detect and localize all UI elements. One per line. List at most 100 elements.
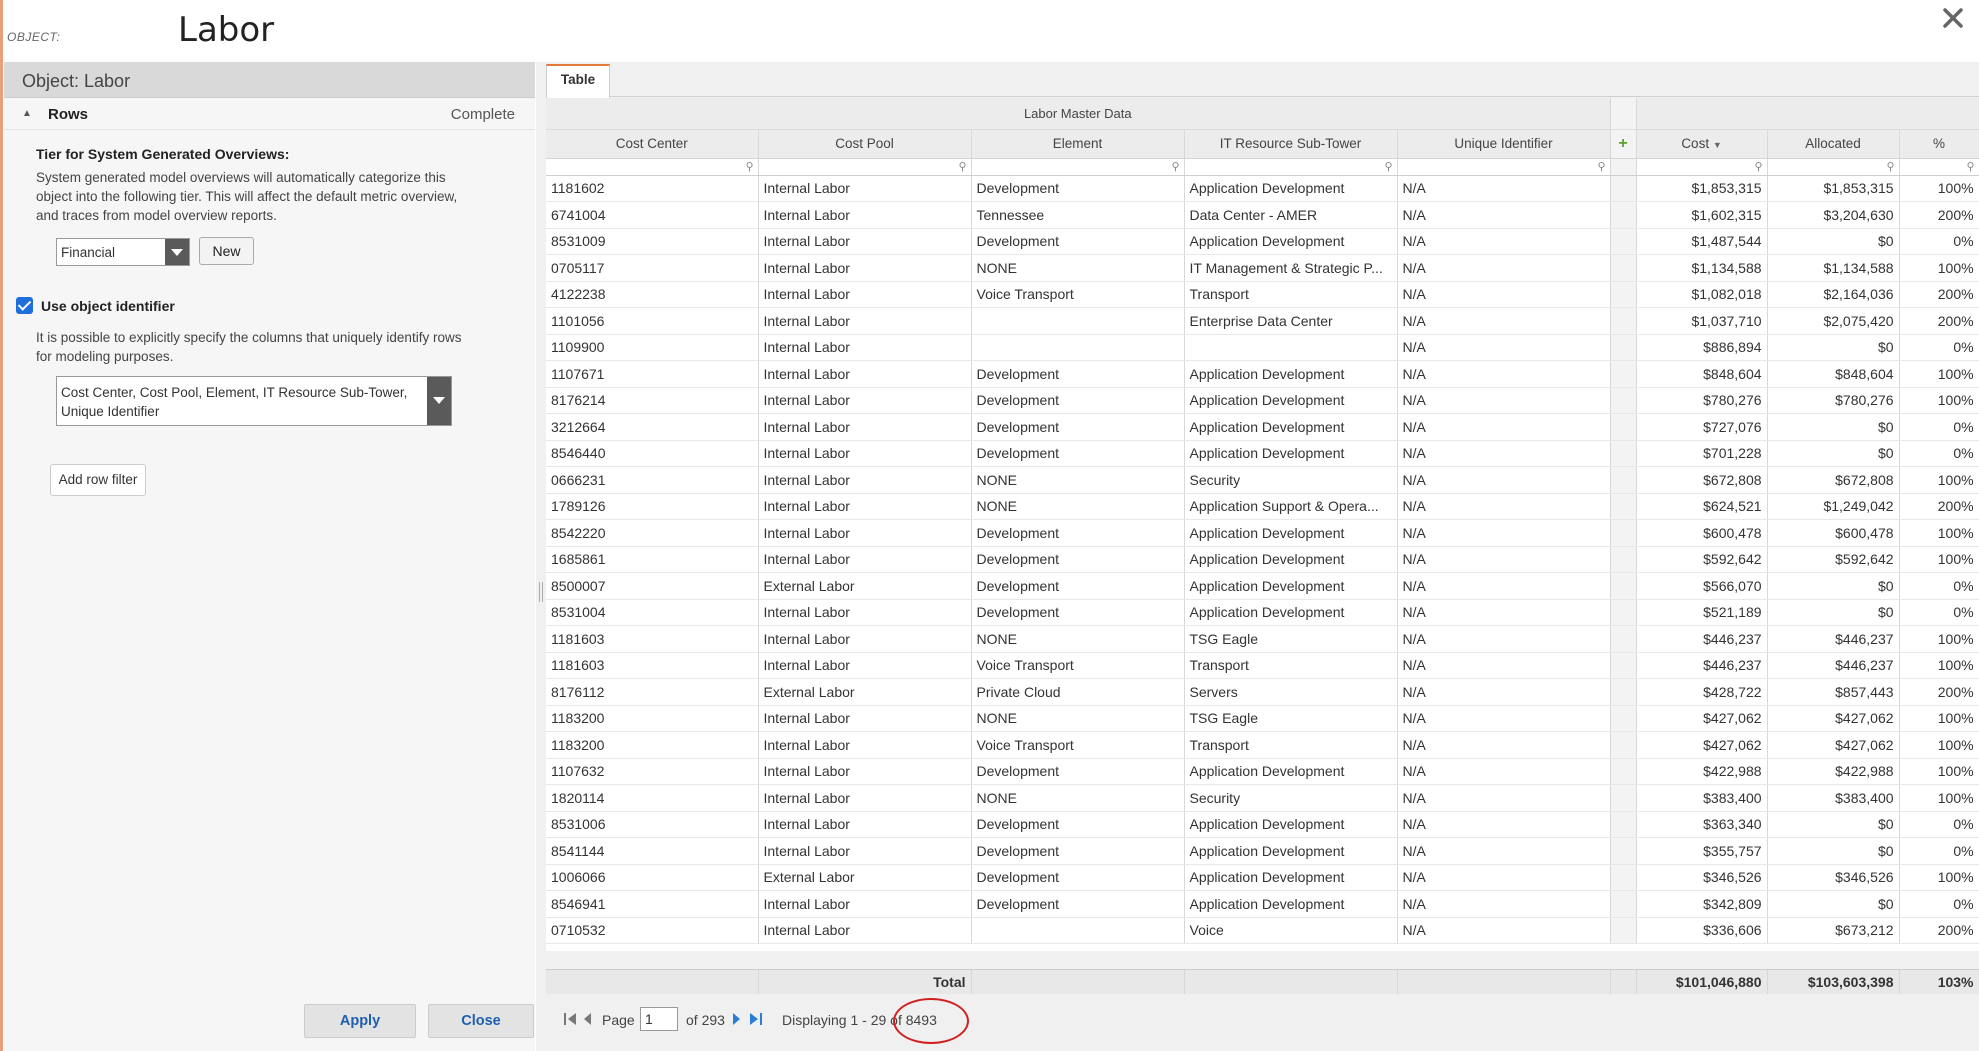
cell-cost-pool[interactable]: Internal Labor: [758, 890, 972, 918]
cell-cost[interactable]: $427,062: [1636, 705, 1768, 732]
cell-cost-center[interactable]: 3212664: [546, 413, 759, 441]
cell-percent[interactable]: 0%: [1899, 890, 1979, 918]
cell-cost-pool[interactable]: Internal Labor: [758, 519, 972, 547]
table-row[interactable]: 1101056 Internal Labor Enterprise Data Cen…: [546, 307, 1979, 335]
cell-allocated[interactable]: $383,400: [1767, 784, 1900, 812]
table-row[interactable]: 8541144 Internal Labor Development Applicat…: [546, 837, 1979, 865]
cell-cost[interactable]: $592,642: [1636, 546, 1768, 573]
cell-cost-pool[interactable]: External Labor: [758, 864, 972, 891]
cell-cost-center[interactable]: 8541144: [546, 837, 759, 865]
table-row[interactable]: 6741004 Internal Labor Tennessee Data Cente…: [546, 201, 1979, 229]
cell-it-resource-sub-tower[interactable]: Application Development: [1184, 360, 1398, 388]
cell-it-resource-sub-tower[interactable]: Application Development: [1184, 440, 1398, 467]
cell-cost[interactable]: $363,340: [1636, 811, 1768, 838]
cell-element[interactable]: [971, 334, 1185, 361]
cell-unique-identifier[interactable]: N/A: [1397, 599, 1611, 626]
filter-cell[interactable]: ⚲: [1636, 158, 1768, 176]
filter-search-icon[interactable]: ⚲: [1754, 160, 1762, 173]
cell-it-resource-sub-tower[interactable]: IT Management & Strategic P...: [1184, 254, 1398, 282]
cell-element[interactable]: Development: [971, 864, 1185, 891]
cell-percent[interactable]: 0%: [1899, 228, 1979, 255]
column-header-cost-center[interactable]: Cost Center: [546, 129, 759, 159]
table-row[interactable]: 8176214 Internal Labor Development Applicat…: [546, 387, 1979, 414]
column-header-it-resource-sub-tower[interactable]: IT Resource Sub-Tower: [1184, 129, 1398, 159]
cell-it-resource-sub-tower[interactable]: Application Development: [1184, 599, 1398, 626]
cell-unique-identifier[interactable]: N/A: [1397, 387, 1611, 414]
cell-cost-center[interactable]: 8176214: [546, 387, 759, 414]
filter-cell[interactable]: ⚲: [546, 158, 759, 176]
table-row[interactable]: 1789126 Internal Labor NONE Application Sup…: [546, 493, 1979, 520]
filter-search-icon[interactable]: ⚲: [1886, 160, 1894, 173]
cell-it-resource-sub-tower[interactable]: [1184, 334, 1398, 361]
column-header-cost[interactable]: Cost ▼: [1636, 129, 1768, 159]
cell-element[interactable]: Development: [971, 890, 1185, 918]
cell-cost[interactable]: $624,521: [1636, 493, 1768, 520]
cell-it-resource-sub-tower[interactable]: Application Development: [1184, 890, 1398, 918]
cell-allocated[interactable]: $0: [1767, 572, 1900, 600]
cell-cost[interactable]: $521,189: [1636, 599, 1768, 626]
apply-button[interactable]: Apply: [304, 1004, 416, 1038]
table-row[interactable]: 8542220 Internal Labor Development Applicat…: [546, 519, 1979, 547]
cell-cost[interactable]: $600,478: [1636, 519, 1768, 547]
rows-section-header[interactable]: ▲ Rows Complete: [4, 98, 535, 130]
cell-unique-identifier[interactable]: N/A: [1397, 837, 1611, 865]
cell-unique-identifier[interactable]: N/A: [1397, 731, 1611, 759]
cell-cost-pool[interactable]: Internal Labor: [758, 731, 972, 759]
cell-percent[interactable]: 100%: [1899, 387, 1979, 414]
cell-cost-center[interactable]: 8531009: [546, 228, 759, 255]
cell-unique-identifier[interactable]: N/A: [1397, 281, 1611, 308]
cell-percent[interactable]: 0%: [1899, 572, 1979, 600]
cell-percent[interactable]: 200%: [1899, 307, 1979, 335]
cell-cost-center[interactable]: 8176112: [546, 678, 759, 706]
cell-allocated[interactable]: $0: [1767, 334, 1900, 361]
cell-allocated[interactable]: $422,988: [1767, 758, 1900, 785]
filter-search-icon[interactable]: ⚲: [1967, 160, 1975, 173]
filter-search-icon[interactable]: ⚲: [1597, 160, 1605, 173]
table-row[interactable]: 1181603 Internal Labor NONE TSG Eagle N/A $44…: [546, 625, 1979, 653]
cell-cost[interactable]: $383,400: [1636, 784, 1768, 812]
page-number-input[interactable]: [640, 1007, 678, 1031]
table-row[interactable]: 8531009 Internal Labor Development Applicat…: [546, 228, 1979, 255]
cell-it-resource-sub-tower[interactable]: Security: [1184, 784, 1398, 812]
cell-it-resource-sub-tower[interactable]: Transport: [1184, 281, 1398, 308]
table-row[interactable]: 8531006 Internal Labor Development Applicat…: [546, 811, 1979, 838]
cell-percent[interactable]: 200%: [1899, 493, 1979, 520]
cell-cost[interactable]: $446,237: [1636, 652, 1768, 679]
cell-element[interactable]: Development: [971, 811, 1185, 838]
column-header-unique-identifier[interactable]: Unique Identifier: [1397, 129, 1611, 159]
tier-dropdown[interactable]: Financial: [56, 238, 190, 266]
new-tier-button[interactable]: New: [199, 237, 254, 265]
cell-cost[interactable]: $886,894: [1636, 334, 1768, 361]
table-row[interactable]: 1107671 Internal Labor Development Applicat…: [546, 360, 1979, 388]
cell-cost-center[interactable]: 1183200: [546, 731, 759, 759]
filter-cell[interactable]: ⚲: [971, 158, 1185, 176]
cell-percent[interactable]: 100%: [1899, 546, 1979, 573]
cell-percent[interactable]: 100%: [1899, 784, 1979, 812]
cell-cost-pool[interactable]: Internal Labor: [758, 175, 972, 202]
cell-cost-center[interactable]: 1183200: [546, 705, 759, 732]
cell-percent[interactable]: 100%: [1899, 519, 1979, 547]
cell-allocated[interactable]: $672,808: [1767, 466, 1900, 494]
cell-allocated[interactable]: $0: [1767, 440, 1900, 467]
cell-element[interactable]: Development: [971, 175, 1185, 202]
cell-cost-pool[interactable]: Internal Labor: [758, 599, 972, 626]
cell-percent[interactable]: 0%: [1899, 599, 1979, 626]
cell-it-resource-sub-tower[interactable]: Enterprise Data Center: [1184, 307, 1398, 335]
cell-cost-pool[interactable]: External Labor: [758, 572, 972, 600]
cell-cost-center[interactable]: 1181603: [546, 625, 759, 653]
table-row[interactable]: 1183200 Internal Labor NONE TSG Eagle N/A $42…: [546, 705, 1979, 732]
cell-cost-pool[interactable]: Internal Labor: [758, 758, 972, 785]
cell-cost-center[interactable]: 1789126: [546, 493, 759, 520]
cell-cost[interactable]: $1,487,544: [1636, 228, 1768, 255]
table-row[interactable]: 1685861 Internal Labor Development Applicat…: [546, 546, 1979, 573]
table-row[interactable]: 0710532 Internal Labor Voice N/A $336,606 $67…: [546, 917, 1979, 944]
cell-allocated[interactable]: $2,164,036: [1767, 281, 1900, 308]
cell-unique-identifier[interactable]: N/A: [1397, 334, 1611, 361]
filter-cell[interactable]: ⚲: [1397, 158, 1611, 176]
column-header-cost-pool[interactable]: Cost Pool: [758, 129, 972, 159]
cell-cost-pool[interactable]: Internal Labor: [758, 334, 972, 361]
table-row[interactable]: 8531004 Internal Labor Development Applicat…: [546, 599, 1979, 626]
cell-cost-pool[interactable]: Internal Labor: [758, 201, 972, 229]
filter-cell[interactable]: ⚲: [1184, 158, 1398, 176]
cell-percent[interactable]: 200%: [1899, 281, 1979, 308]
